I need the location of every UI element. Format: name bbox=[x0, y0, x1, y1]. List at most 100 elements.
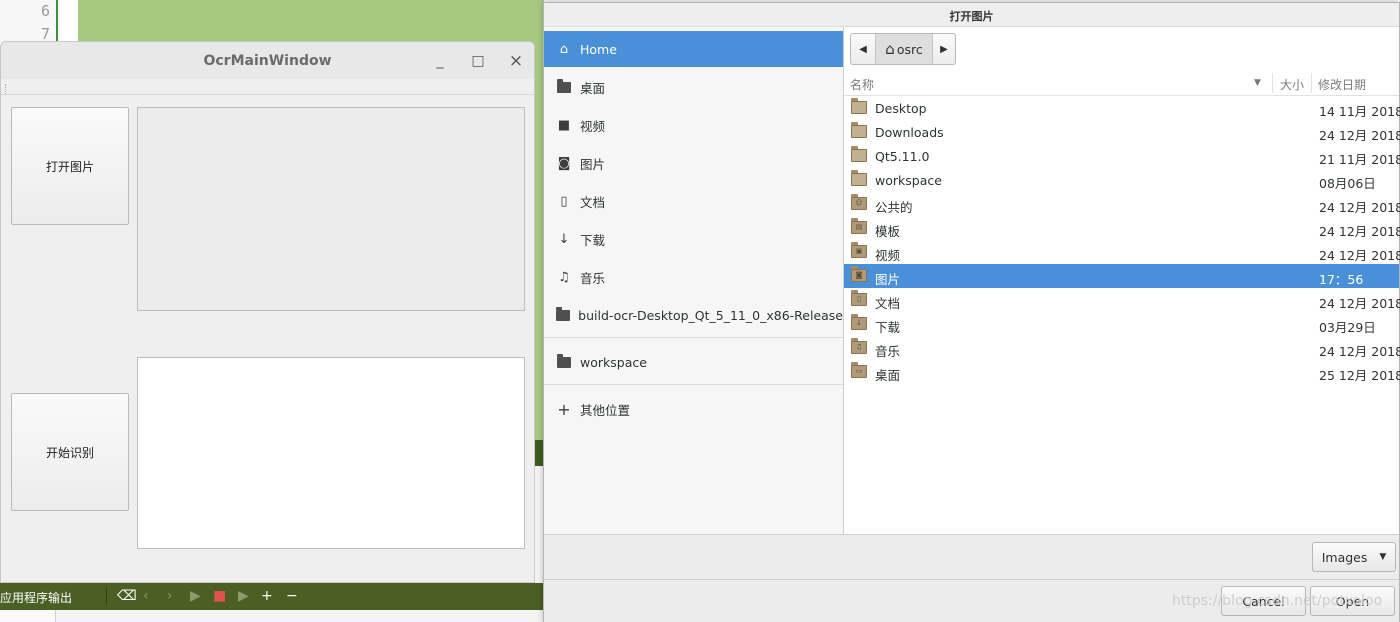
home-icon: ⌂ bbox=[885, 40, 895, 58]
file-chooser-dialog: 打开图片 ⌂ Home 桌面 ■ 视频 ◙ 图片 ▯ 文档 ↓ 下载 ♫ 音乐 bbox=[543, 2, 1400, 622]
path-bar: ◀ ⌂ osrc ▶ bbox=[850, 33, 956, 65]
stop-icon[interactable]: ■ bbox=[213, 587, 226, 605]
folder-icon bbox=[851, 98, 867, 114]
column-divider bbox=[1311, 73, 1312, 93]
sort-indicator-icon: ▼ bbox=[1254, 78, 1261, 88]
image-preview-area bbox=[137, 107, 525, 311]
sidebar-item-music[interactable]: ♫ 音乐 bbox=[544, 259, 843, 295]
places-sidebar: ⌂ Home 桌面 ■ 视频 ◙ 图片 ▯ 文档 ↓ 下载 ♫ 音乐 build… bbox=[544, 27, 844, 534]
maximize-icon[interactable]: □ bbox=[467, 50, 489, 72]
file-row[interactable]: Qt5.11.0 21 11月 2018 bbox=[844, 144, 1400, 168]
file-row[interactable]: ↓ 下载 03月29日 bbox=[844, 312, 1399, 336]
desktop-folder-icon: ▭ bbox=[851, 362, 867, 378]
public-folder-icon: ☺ bbox=[851, 194, 867, 210]
column-modified[interactable]: 修改日期 bbox=[1318, 76, 1366, 93]
start-recognition-button[interactable]: 开始识别 bbox=[11, 393, 129, 511]
run-icon[interactable]: ▶ bbox=[190, 587, 201, 605]
minimize-icon[interactable]: _ bbox=[429, 50, 451, 72]
footer-tab[interactable] bbox=[0, 610, 56, 622]
plus-icon: + bbox=[557, 399, 571, 419]
editor-highlight bbox=[78, 0, 544, 45]
file-name: 视频 bbox=[875, 248, 901, 263]
next-icon[interactable]: › bbox=[167, 587, 173, 605]
sidebar-item-home[interactable]: ⌂ Home bbox=[544, 31, 843, 67]
file-date: 21 11月 2018 bbox=[1319, 152, 1400, 167]
file-date: 24 12月 2018 bbox=[1319, 296, 1400, 311]
column-name[interactable]: 名称 bbox=[850, 76, 874, 93]
file-row[interactable]: ▯ 文档 24 12月 2018 bbox=[844, 288, 1400, 312]
file-name: Downloads bbox=[875, 125, 944, 140]
file-row[interactable]: workspace 08月06日 bbox=[844, 168, 1399, 192]
templates-folder-icon: ▤ bbox=[851, 218, 867, 234]
path-segment-current[interactable]: ⌂ osrc bbox=[876, 34, 933, 64]
pictures-folder-icon: ◙ bbox=[851, 266, 867, 282]
file-row[interactable]: ▣ 视频 24 12月 2018 bbox=[844, 240, 1400, 264]
attach-run-icon[interactable]: ▶ bbox=[238, 587, 249, 605]
file-row[interactable]: ▭ 桌面 25 12月 2018 bbox=[844, 360, 1400, 384]
path-back-button[interactable]: ◀ bbox=[851, 34, 876, 64]
open-image-button[interactable]: 打开图片 bbox=[11, 107, 129, 225]
sidebar-item-workspace[interactable]: workspace bbox=[544, 344, 843, 380]
column-size[interactable]: 大小 bbox=[1280, 76, 1304, 93]
file-date: 03月29日 bbox=[1319, 320, 1376, 335]
dialog-titlebar[interactable]: 打开图片 bbox=[544, 3, 1399, 27]
sidebar-item-label: workspace bbox=[580, 354, 647, 370]
file-row[interactable]: Desktop 14 11月 2018 bbox=[844, 96, 1400, 120]
broom-icon[interactable]: ⌫ bbox=[117, 587, 137, 605]
close-icon[interactable]: × bbox=[505, 50, 527, 72]
plus-icon[interactable]: + bbox=[261, 587, 273, 605]
line-number-gutter: 6 7 bbox=[0, 0, 56, 45]
file-name: 模板 bbox=[875, 224, 901, 239]
file-row[interactable]: ☺ 公共的 24 12月 2018 bbox=[844, 192, 1400, 216]
file-filter-dropdown[interactable]: Images ▼ bbox=[1312, 542, 1396, 572]
folder-icon bbox=[851, 170, 867, 186]
output-panel-bar: 应用程序输出 ⌫ ‹ › ▶ ■ ▶ + − bbox=[0, 583, 545, 610]
file-date: 24 12月 2018 bbox=[1319, 224, 1400, 239]
filter-label: Images bbox=[1321, 549, 1368, 565]
music-folder-icon: ♫ bbox=[851, 338, 867, 354]
output-panel-label[interactable]: 应用程序输出 bbox=[0, 589, 72, 606]
menubar-divider bbox=[1, 94, 534, 95]
file-row[interactable]: Downloads 24 12月 2018 bbox=[844, 120, 1400, 144]
editor-margin bbox=[56, 0, 80, 45]
camera-icon: ◙ bbox=[557, 155, 571, 171]
file-row-selected[interactable]: ◙ 图片 17：56 bbox=[844, 264, 1399, 288]
sidebar-item-videos[interactable]: ■ 视频 bbox=[544, 107, 843, 143]
file-name: 音乐 bbox=[875, 344, 901, 359]
result-text-area[interactable] bbox=[137, 357, 525, 549]
sidebar-item-label: build-ocr-Desktop_Qt_5_11_0_x86-Release bbox=[578, 307, 843, 323]
sidebar-item-desktop[interactable]: 桌面 bbox=[544, 69, 843, 105]
file-row[interactable]: ▤ 模板 24 12月 2018 bbox=[844, 216, 1400, 240]
ide-footer bbox=[0, 610, 545, 622]
ocr-titlebar[interactable]: OcrMainWindow _ □ × bbox=[1, 42, 534, 79]
folder-icon bbox=[851, 146, 867, 162]
file-date: 24 12月 2018 bbox=[1319, 248, 1400, 263]
sidebar-item-pictures[interactable]: ◙ 图片 bbox=[544, 145, 843, 181]
watermark: https://blog.csdn.net/potxoloo bbox=[1172, 593, 1383, 609]
file-name: 桌面 bbox=[875, 368, 901, 383]
file-row[interactable]: ♫ 音乐 24 12月 2018 bbox=[844, 336, 1400, 360]
ocr-main-window: OcrMainWindow _ □ × 打开图片 开始识别 bbox=[0, 41, 535, 583]
sidebar-item-label: 下载 bbox=[580, 232, 606, 248]
path-forward-button[interactable]: ▶ bbox=[933, 34, 955, 64]
music-icon: ♫ bbox=[558, 269, 570, 285]
toolbar-separator bbox=[106, 587, 107, 605]
document-icon: ▯ bbox=[560, 193, 568, 209]
sidebar-item-build-folder[interactable]: build-ocr-Desktop_Qt_5_11_0_x86-Release bbox=[544, 297, 843, 333]
videos-folder-icon: ▣ bbox=[851, 242, 867, 258]
sidebar-separator bbox=[544, 337, 843, 338]
file-date: 24 12月 2018 bbox=[1319, 200, 1400, 215]
prev-icon[interactable]: ‹ bbox=[143, 587, 149, 605]
sidebar-item-documents[interactable]: ▯ 文档 bbox=[544, 183, 843, 219]
dropdown-arrow-icon: ▼ bbox=[1379, 552, 1387, 562]
file-date: 08月06日 bbox=[1319, 176, 1376, 191]
file-date: 24 12月 2018 bbox=[1319, 128, 1400, 143]
sidebar-item-downloads[interactable]: ↓ 下载 bbox=[544, 221, 843, 257]
sidebar-item-label: 视频 bbox=[580, 118, 606, 134]
minus-icon[interactable]: − bbox=[286, 587, 298, 605]
sidebar-item-other-locations[interactable]: + 其他位置 bbox=[544, 391, 843, 427]
column-divider bbox=[1272, 73, 1273, 93]
file-date: 24 12月 2018 bbox=[1319, 344, 1400, 359]
download-icon: ↓ bbox=[558, 231, 570, 247]
file-name: Desktop bbox=[875, 101, 927, 116]
